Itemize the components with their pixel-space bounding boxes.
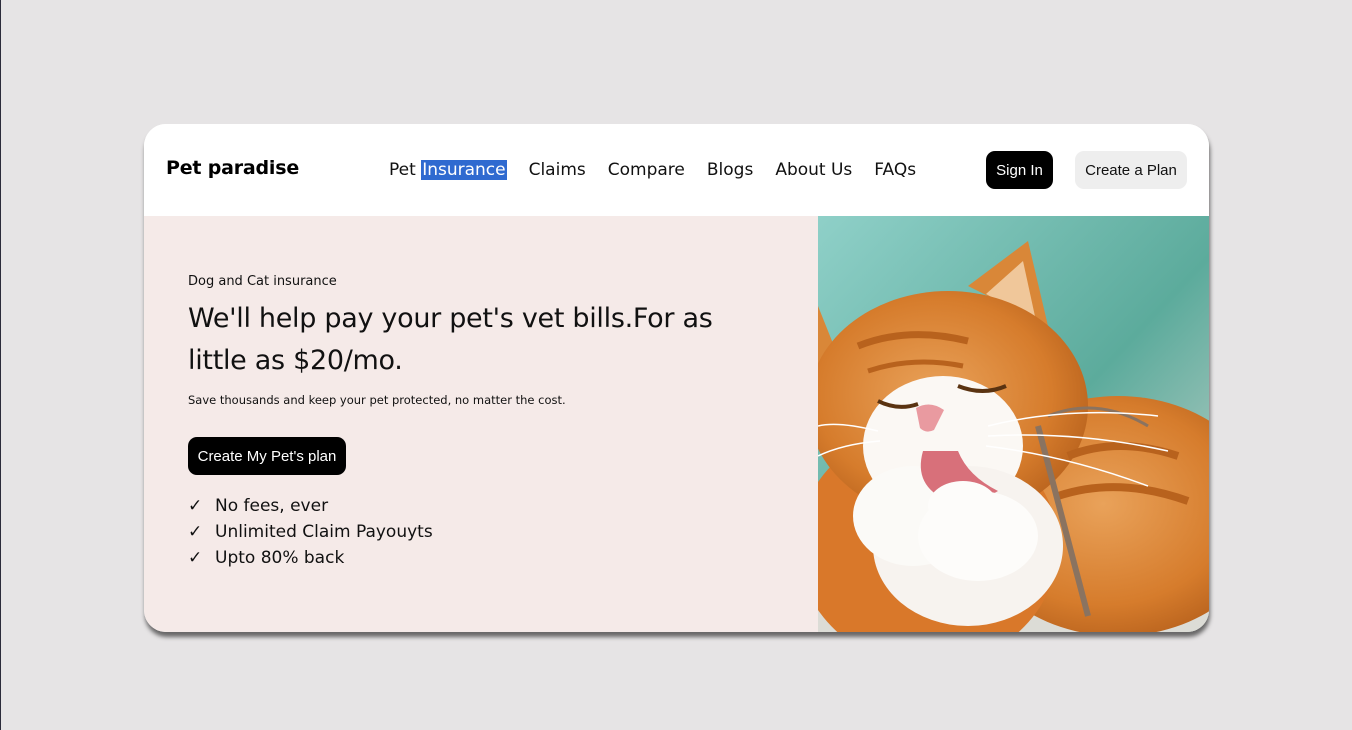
check-icon: ✓ <box>188 496 203 516</box>
nav-link-pet-insurance-selected-text: Insurance <box>421 160 507 180</box>
benefits-list: ✓ No fees, ever ✓ Unlimited Claim Payouyts… <box>188 493 433 571</box>
sign-in-button[interactable]: Sign In <box>986 151 1053 189</box>
hero-card: Pet paradise Pet Insurance Claims Compar… <box>144 124 1209 632</box>
check-icon: ✓ <box>188 548 203 568</box>
benefit-item: ✓ No fees, ever <box>188 493 433 519</box>
nav-link-about-us[interactable]: About Us <box>775 157 852 183</box>
nav-menu: Pet Insurance Claims Compare Blogs About… <box>389 157 938 183</box>
benefit-item: ✓ Unlimited Claim Payouyts <box>188 519 433 545</box>
nav-link-pet-insurance[interactable]: Pet Insurance <box>389 157 507 183</box>
create-plan-button[interactable]: Create a Plan <box>1075 151 1187 189</box>
nav-link-faqs[interactable]: FAQs <box>874 157 916 183</box>
nav-link-blogs[interactable]: Blogs <box>707 157 753 183</box>
cat-illustration <box>818 216 1209 632</box>
benefit-item: ✓ Upto 80% back <box>188 545 433 571</box>
check-icon: ✓ <box>188 522 203 542</box>
benefit-text: No fees, ever <box>215 496 329 516</box>
top-navbar: Pet paradise Pet Insurance Claims Compar… <box>144 124 1209 216</box>
hero-headline: We'll help pay your pet's vet bills.For … <box>188 303 713 376</box>
hero-content: Dog and Cat insurance We'll help pay you… <box>144 216 818 632</box>
nav-link-claims[interactable]: Claims <box>529 157 586 183</box>
create-my-pet-plan-button[interactable]: Create My Pet's plan <box>188 437 346 475</box>
site-logo[interactable]: Pet paradise <box>166 157 299 179</box>
hero-eyebrow: Dog and Cat insurance <box>188 274 337 289</box>
hero-cat-image <box>818 216 1209 632</box>
nav-link-compare[interactable]: Compare <box>608 157 685 183</box>
benefit-text: Unlimited Claim Payouyts <box>215 522 433 542</box>
benefit-text: Upto 80% back <box>215 548 345 568</box>
nav-link-pet-insurance-prefix: Pet <box>389 160 422 180</box>
hero-subtext: Save thousands and keep your pet protect… <box>188 393 566 407</box>
